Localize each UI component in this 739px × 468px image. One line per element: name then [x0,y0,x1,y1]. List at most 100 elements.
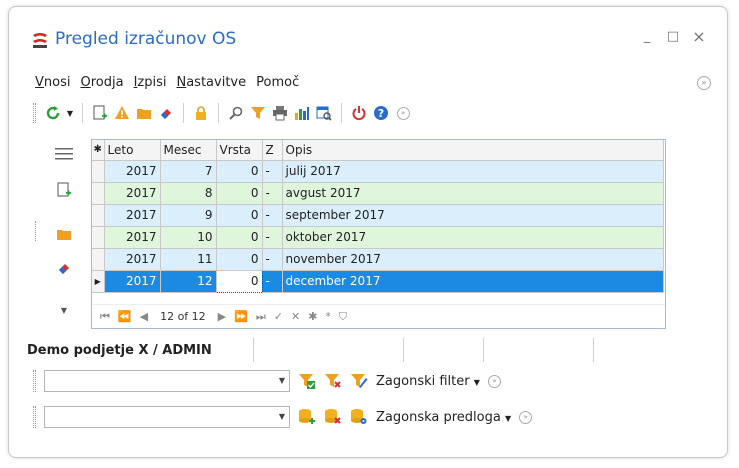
menu-nastavitve[interactable]: Nastavitve [176,75,246,93]
cell-opis[interactable]: avgust 2017 [282,182,664,205]
menu-orodja[interactable]: Orodja [80,75,123,93]
help-button[interactable]: ? [370,102,392,124]
delete-button[interactable] [155,102,177,124]
prev-record-icon[interactable]: ◀ [140,310,148,323]
cell-mesec[interactable]: 11 [160,248,217,271]
table-row[interactable]: 2017 7 0 - julij 2017 [92,160,664,183]
cancel-edit-icon[interactable]: ✕ [291,310,300,323]
menu-expand-icon[interactable]: » [697,76,711,90]
current-row-indicator[interactable]: ▶ [92,270,105,293]
startup-template-label[interactable]: Zagonska predloga ▼ [376,410,511,425]
side-grip[interactable] [35,221,37,241]
warning-button[interactable] [111,102,133,124]
cell-mesec[interactable]: 7 [160,160,217,183]
toolbar-grip[interactable] [33,103,36,123]
filter-combo[interactable]: ▼ [44,370,290,392]
cell-mesec[interactable]: 12 [160,270,217,293]
cell-opis[interactable]: julij 2017 [282,160,664,183]
edit-filter-button[interactable] [350,372,368,390]
expand-icon[interactable]: » [487,374,501,388]
filter-icon[interactable]: ⛉ [339,310,347,324]
table-row[interactable]: 2017 8 0 - avgust 2017 [92,182,664,205]
cell-leto[interactable]: 2017 [104,204,161,227]
cell-leto[interactable]: 2017 [104,160,161,183]
table-row[interactable]: 2017 11 0 - november 2017 [92,248,664,271]
row-indicator[interactable] [92,182,105,205]
search-button[interactable] [225,102,247,124]
prev-page-icon[interactable]: ⏪ [118,310,132,323]
toolbar-expand-button[interactable]: » [392,102,414,124]
column-header-leto[interactable]: Leto [104,140,161,161]
cell-z[interactable]: - [262,160,283,183]
cell-leto[interactable]: 2017 [104,248,161,271]
last-record-icon[interactable]: ⏭ [256,310,266,324]
hamburger-menu-button[interactable] [49,143,79,165]
table-row[interactable]: 2017 10 0 - oktober 2017 [92,226,664,249]
template-combo[interactable]: ▼ [44,406,290,428]
minimize-button[interactable]: _ [639,29,655,45]
row-indicator[interactable] [92,248,105,271]
cell-z[interactable]: - [262,226,283,249]
new-button[interactable] [89,102,111,124]
table-row-selected[interactable]: ▶ 2017 12 0 - december 2017 [92,269,664,293]
remove-filter-button[interactable] [324,372,342,390]
cell-leto[interactable]: 2017 [104,226,161,249]
append-record-icon[interactable]: * [325,310,331,323]
menu-pomoc[interactable]: Pomoč [256,75,299,93]
add-template-button[interactable] [298,408,316,426]
next-page-icon[interactable]: ⏩ [234,310,248,323]
cell-z[interactable]: - [262,270,283,293]
side-delete-button[interactable] [49,257,79,279]
row-indicator[interactable] [92,226,105,249]
open-button[interactable] [133,102,155,124]
select-all-header[interactable]: ✱ [92,140,105,161]
table-row[interactable]: 2017 9 0 - september 2017 [92,204,664,227]
expand-icon[interactable]: » [519,410,533,424]
cell-vrsta-focused[interactable]: 0 [215,269,263,293]
cell-opis[interactable]: december 2017 [282,270,664,293]
insert-record-icon[interactable]: ✱ [308,310,317,323]
row-indicator[interactable] [92,204,105,227]
chart-button[interactable] [291,102,313,124]
refresh-button[interactable] [42,102,64,124]
column-header-mesec[interactable]: Mesec [160,140,217,161]
apply-filter-button[interactable] [298,372,316,390]
filter-button[interactable] [247,102,269,124]
column-header-z[interactable]: Z [262,140,283,161]
exit-button[interactable] [348,102,370,124]
menu-vnosi[interactable]: Vnosi [35,75,70,93]
startup-filter-label[interactable]: Zagonski filter ▼ [376,374,480,389]
refresh-dropdown[interactable]: ▼ [64,102,76,124]
combo-grip[interactable] [33,370,36,392]
cell-vrsta[interactable]: 0 [216,204,263,227]
cell-z[interactable]: - [262,182,283,205]
cell-leto[interactable]: 2017 [104,182,161,205]
maximize-button[interactable]: □ [665,29,681,45]
cell-z[interactable]: - [262,204,283,227]
report-preview-button[interactable] [313,102,335,124]
row-indicator[interactable] [92,160,105,183]
cell-vrsta[interactable]: 0 [216,182,263,205]
post-edit-icon[interactable]: ✓ [274,310,283,323]
remove-template-button[interactable] [324,408,342,426]
side-more-button[interactable]: ▼ [49,299,79,321]
cell-mesec[interactable]: 9 [160,204,217,227]
side-open-button[interactable] [49,223,79,245]
cell-vrsta[interactable]: 0 [216,226,263,249]
cell-opis[interactable]: oktober 2017 [282,226,664,249]
template-settings-button[interactable] [350,408,368,426]
close-button[interactable]: × [691,29,707,45]
lock-button[interactable] [190,102,212,124]
combo-grip[interactable] [33,406,36,428]
cell-z[interactable]: - [262,248,283,271]
column-header-opis[interactable]: Opis [282,140,664,161]
first-record-icon[interactable]: ⏮ [100,310,110,324]
side-new-button[interactable] [49,179,79,201]
cell-opis[interactable]: november 2017 [282,248,664,271]
cell-vrsta[interactable]: 0 [216,248,263,271]
cell-vrsta[interactable]: 0 [216,160,263,183]
menu-izpisi[interactable]: Izpisi [134,75,167,93]
cell-mesec[interactable]: 8 [160,182,217,205]
column-header-vrsta[interactable]: Vrsta [216,140,263,161]
cell-leto[interactable]: 2017 [104,270,161,293]
